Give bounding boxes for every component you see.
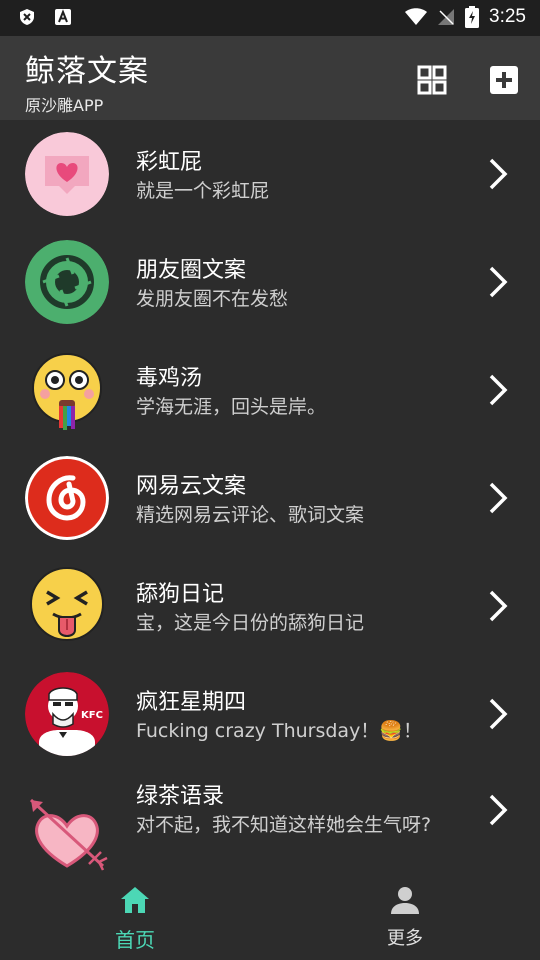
app-title: 鲸落文案 bbox=[25, 54, 149, 89]
chevron-right-icon bbox=[489, 794, 508, 826]
tongue-out-emoji-icon bbox=[25, 564, 109, 648]
list-item-rainbow-fart[interactable]: 彩虹屁 就是一个彩虹屁 bbox=[0, 120, 540, 228]
list-item-moments[interactable]: 朋友圈文案 发朋友圈不在发愁 bbox=[0, 228, 540, 336]
netease-music-icon bbox=[25, 456, 109, 540]
list-item-subtitle: 就是一个彩虹屁 bbox=[136, 180, 270, 202]
list-item-subtitle: 发朋友圈不在发愁 bbox=[136, 288, 289, 310]
battery-charging-icon bbox=[465, 6, 480, 28]
chevron-right-icon bbox=[489, 266, 508, 298]
camera-aperture-icon bbox=[25, 240, 109, 324]
chevron-right-icon bbox=[489, 374, 508, 406]
bottom-nav: 首页 更多 bbox=[0, 874, 540, 960]
chevron-right-icon bbox=[489, 698, 508, 730]
shield-icon bbox=[20, 9, 34, 25]
nav-home[interactable]: 首页 bbox=[0, 874, 270, 960]
font-a-icon bbox=[55, 9, 71, 25]
heart-chat-icon bbox=[25, 132, 109, 216]
svg-text:KFC: KFC bbox=[81, 710, 103, 721]
list-item-simp-diary[interactable]: 舔狗日记 宝，这是今日份的舔狗日记 bbox=[0, 552, 540, 660]
nav-home-label: 首页 bbox=[115, 928, 155, 952]
list-item-subtitle: Fucking crazy Thursday！🍔！ bbox=[136, 720, 422, 742]
list-item-poison-soup[interactable]: 毒鸡汤 学海无涯，回头是岸。 bbox=[0, 336, 540, 444]
status-time: 3:25 bbox=[489, 6, 526, 27]
list-item-subtitle: 对不起，我不知道这样她会生气呀? bbox=[136, 814, 432, 836]
list-item-green-tea[interactable]: 绿茶语录 对不起，我不知道这样她会生气呀? bbox=[0, 768, 540, 874]
arrow-heart-icon bbox=[25, 794, 109, 878]
nav-more[interactable]: 更多 bbox=[270, 874, 540, 960]
home-icon bbox=[121, 887, 149, 913]
rainbow-puke-emoji-icon bbox=[25, 348, 109, 432]
list-item-netease[interactable]: 网易云文案 精选网易云评论、歌词文案 bbox=[0, 444, 540, 552]
app-subtitle: 原沙雕APP bbox=[25, 96, 104, 115]
list-item-subtitle: 学海无涯，回头是岸。 bbox=[136, 396, 327, 418]
wifi-icon bbox=[405, 8, 428, 25]
app-bar: 鲸落文案 原沙雕APP bbox=[0, 36, 540, 120]
status-bar: 3:25 bbox=[0, 0, 540, 36]
list-item-title: 网易云文案 bbox=[136, 474, 247, 499]
person-icon bbox=[391, 887, 419, 914]
kfc-logo-icon: KFC bbox=[25, 672, 109, 756]
chevron-right-icon bbox=[489, 590, 508, 622]
list-item-title: 绿茶语录 bbox=[136, 784, 225, 809]
list-item-title: 毒鸡汤 bbox=[136, 366, 203, 391]
list-item-subtitle: 精选网易云评论、歌词文案 bbox=[136, 504, 365, 526]
no-signal-icon bbox=[438, 9, 455, 25]
list-item-title: 朋友圈文案 bbox=[136, 258, 247, 283]
grid-view-icon[interactable] bbox=[416, 64, 448, 96]
add-box-icon[interactable] bbox=[488, 64, 520, 96]
list-item-crazy-thursday[interactable]: KFC 疯狂星期四 Fucking crazy Thursday！🍔！ bbox=[0, 660, 540, 768]
list-item-title: 彩虹屁 bbox=[136, 150, 203, 175]
chevron-right-icon bbox=[489, 158, 508, 190]
nav-more-label: 更多 bbox=[387, 928, 423, 949]
chevron-right-icon bbox=[489, 482, 508, 514]
list-item-title: 疯狂星期四 bbox=[136, 690, 247, 715]
list-item-title: 舔狗日记 bbox=[136, 582, 225, 607]
list-item-subtitle: 宝，这是今日份的舔狗日记 bbox=[136, 612, 365, 634]
